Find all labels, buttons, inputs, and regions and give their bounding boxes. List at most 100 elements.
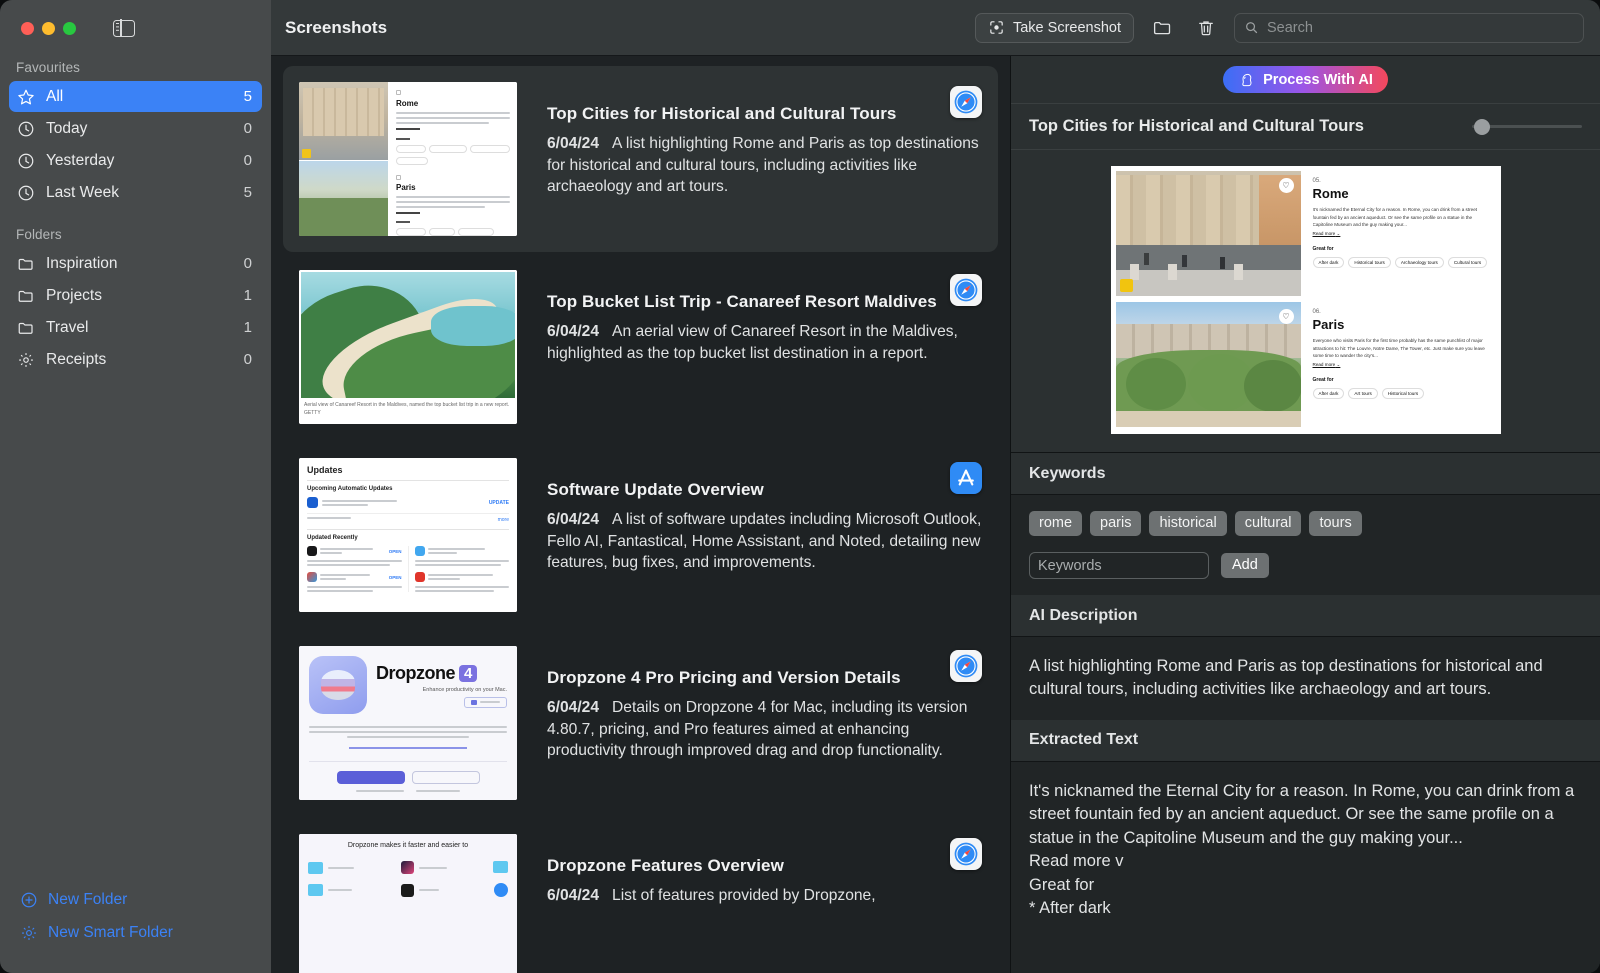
safari-app-icon: [950, 838, 982, 870]
list-item-date: 6/04/24: [547, 699, 599, 716]
delete-button[interactable]: [1190, 13, 1222, 43]
capture-icon: [988, 19, 1005, 36]
new-folder-button[interactable]: New Folder: [20, 883, 271, 916]
zoom-button[interactable]: [63, 22, 76, 35]
take-screenshot-button[interactable]: Take Screenshot: [975, 13, 1134, 43]
list-item[interactable]: Dropzone 4 Enhance productivity on your …: [283, 630, 998, 816]
thumbnail: Dropzone makes it faster and easier to: [299, 834, 517, 973]
list-item[interactable]: Rome: [283, 66, 998, 252]
safari-compass-icon: [953, 841, 979, 867]
list-item-title: Top Cities for Historical and Cultural T…: [547, 104, 982, 124]
take-screenshot-label: Take Screenshot: [1013, 20, 1121, 36]
list-item-description: 6/04/24 List of features provided by Dro…: [547, 885, 982, 907]
preview-entry-number: 06.: [1313, 309, 1493, 315]
preview-entry-city: Paris: [1313, 317, 1493, 332]
thumb-caption: Aerial view of Canareef Resort in the Ma…: [301, 398, 515, 421]
keyword-tag[interactable]: paris: [1090, 511, 1141, 536]
sidebar-item-label: Inspiration: [46, 255, 233, 273]
preview-entry-number: 05.: [1313, 178, 1493, 184]
folder-icon: [17, 287, 35, 305]
sidebar-item-today[interactable]: Today 0: [9, 113, 262, 144]
inspector-title: Top Cities for Historical and Cultural T…: [1029, 117, 1458, 136]
preview-great-for: Great for: [1313, 377, 1493, 383]
app-window: Favourites All 5 Today 0 Yesterday 0 Las…: [0, 0, 1600, 973]
sidebar-item-last-week[interactable]: Last Week 5: [9, 177, 262, 208]
thumb-updates-title: Updates: [307, 465, 509, 475]
list-item-date: 6/04/24: [547, 887, 599, 904]
sidebar-item-count: 0: [244, 152, 252, 169]
search-placeholder: Search: [1267, 20, 1313, 36]
sidebar: Favourites All 5 Today 0 Yesterday 0 Las…: [0, 0, 271, 973]
keyword-tag[interactable]: tours: [1309, 511, 1361, 536]
minimize-button[interactable]: [42, 22, 55, 35]
screenshot-preview[interactable]: ♡ 05. Rome It's nicknamed the Eternal Ci…: [1111, 166, 1501, 434]
process-with-ai-button[interactable]: Process With AI: [1223, 66, 1388, 93]
list-item-description: 6/04/24 Details on Dropzone 4 for Mac, i…: [547, 697, 982, 762]
keywords-panel-header: Keywords: [1011, 453, 1600, 495]
search-icon: [1244, 20, 1259, 35]
trash-icon: [1196, 18, 1216, 38]
list-item[interactable]: Dropzone makes it faster and easier to: [283, 818, 998, 973]
preview-tag: Historical tours: [1348, 257, 1390, 268]
preview-read-more: Read more: [1313, 362, 1336, 367]
screenshot-list[interactable]: Rome: [271, 56, 1010, 973]
sidebar-item-label: Today: [46, 120, 233, 138]
ai-description-panel-header: AI Description: [1011, 595, 1600, 637]
sidebar-item-projects[interactable]: Projects 1: [9, 280, 262, 311]
sidebar-item-yesterday[interactable]: Yesterday 0: [9, 145, 262, 176]
new-smart-folder-button[interactable]: New Smart Folder: [20, 916, 271, 949]
safari-app-icon: [950, 274, 982, 306]
sidebar-item-label: Travel: [46, 319, 233, 337]
list-item[interactable]: Aerial view of Canareef Resort in the Ma…: [283, 254, 998, 440]
keyword-tag[interactable]: rome: [1029, 511, 1082, 536]
folder-icon: [17, 255, 35, 273]
list-item-desc-text: A list of software updates including Mic…: [547, 511, 981, 571]
sidebar-item-count: 0: [244, 120, 252, 137]
list-item-title: Dropzone 4 Pro Pricing and Version Detai…: [547, 668, 982, 688]
search-input[interactable]: Search: [1234, 13, 1584, 43]
close-button[interactable]: [21, 22, 34, 35]
sidebar-item-inspiration[interactable]: Inspiration 0: [9, 248, 262, 279]
sidebar-toggle-icon[interactable]: [113, 20, 135, 37]
keyword-add-form: Keywords Add: [1029, 552, 1582, 579]
list-item-desc-text: List of features provided by Dropzone,: [612, 887, 876, 904]
preview-tag: Art tours: [1348, 388, 1377, 399]
thumbnail: Updates Upcoming Automatic Updates UPDAT…: [299, 458, 517, 612]
sidebar-item-count: 5: [244, 88, 252, 105]
open-folder-button[interactable]: [1146, 13, 1178, 43]
page-title: Screenshots: [285, 18, 963, 38]
thumb-updates-sub1: Upcoming Automatic Updates: [307, 486, 509, 492]
window-controls: [0, 0, 271, 56]
content-split: Rome: [271, 56, 1600, 973]
sidebar-item-count: 1: [244, 287, 252, 304]
safari-compass-icon: [953, 653, 979, 679]
keyword-tag[interactable]: cultural: [1235, 511, 1302, 536]
preview-tag: Archaeology tours: [1395, 257, 1444, 268]
slider-knob[interactable]: [1474, 119, 1490, 135]
list-item-text: Software Update Overview 6/04/24 A list …: [517, 458, 982, 574]
thumbnail: Rome: [299, 82, 517, 236]
keyword-tag[interactable]: historical: [1149, 511, 1226, 536]
sidebar-item-label: Projects: [46, 287, 233, 305]
keyword-input[interactable]: Keywords: [1029, 552, 1209, 579]
sidebar-item-travel[interactable]: Travel 1: [9, 312, 262, 343]
list-item-text: Top Cities for Historical and Cultural T…: [517, 82, 982, 198]
preview-entry-body: Everyone who visits Paris for the first …: [1313, 337, 1493, 359]
add-keyword-button[interactable]: Add: [1221, 553, 1269, 578]
sidebar-item-all[interactable]: All 5: [9, 81, 262, 112]
star-icon: [17, 88, 35, 106]
list-item-date: 6/04/24: [547, 323, 599, 340]
extracted-text-panel-header: Extracted Text: [1011, 720, 1600, 762]
thumb-updates-sub2: Updated Recently: [307, 535, 509, 541]
brain-icon: [1238, 72, 1254, 88]
list-item-description: 6/04/24 A list of software updates inclu…: [547, 509, 982, 574]
sidebar-favourites-list: All 5 Today 0 Yesterday 0 Last Week 5: [0, 81, 271, 209]
list-item[interactable]: Updates Upcoming Automatic Updates UPDAT…: [283, 442, 998, 628]
zoom-slider[interactable]: [1472, 119, 1582, 135]
extracted-text: It's nicknamed the Eternal City for a re…: [1029, 780, 1582, 921]
sidebar-bottom-actions: New Folder New Smart Folder: [0, 883, 271, 973]
sidebar-spacer: [0, 376, 271, 883]
thumb-dropzone-tagline: Enhance productivity on your Mac.: [376, 687, 507, 693]
sidebar-item-receipts[interactable]: Receipts 0: [9, 344, 262, 375]
sidebar-item-count: 0: [244, 255, 252, 272]
